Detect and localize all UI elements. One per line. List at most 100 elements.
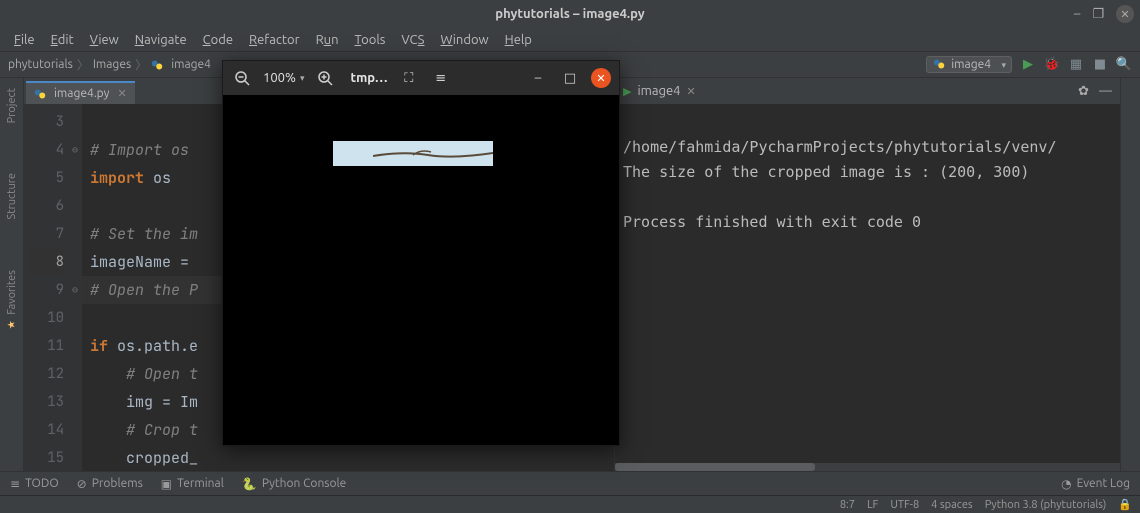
line-number: 6 — [28, 192, 64, 220]
breadcrumb-folder[interactable]: Images — [93, 58, 131, 71]
run-tool-window-header: ▶ image4 ✕ ✿ — — [615, 78, 1120, 104]
code-line: cropped_ — [90, 448, 198, 468]
editor-gutter[interactable]: 3 4 5 6 7 8 9 10 11 12 13 14 15 ⊖ ⊖ — [24, 104, 82, 471]
code-line: imageName = — [90, 252, 198, 272]
image-viewer-window[interactable]: 100%▾ tmp… ⛶ ≡ – □ ✕ — [222, 60, 620, 446]
viewer-menu-button[interactable]: ≡ — [430, 67, 452, 89]
code-line: img = Im — [90, 392, 198, 412]
line-number: 8 — [28, 248, 64, 276]
menu-view[interactable]: View — [84, 31, 125, 49]
line-ending[interactable]: LF — [867, 499, 878, 511]
structure-tool-window[interactable]: Structure — [6, 173, 18, 220]
run-configuration-label: image4 — [951, 58, 991, 71]
python-interpreter[interactable]: Python 3.8 (phytutorials) — [985, 499, 1107, 511]
viewer-maximize-button[interactable]: □ — [559, 67, 581, 89]
favorites-tool-window[interactable]: ★Favorites — [6, 270, 18, 331]
menu-run[interactable]: Run — [310, 31, 345, 49]
fold-marker-icon[interactable]: ⊖ — [72, 276, 78, 304]
left-tool-window-bar: Project Structure ★Favorites — [0, 78, 24, 489]
fullscreen-button[interactable]: ⛶ — [398, 67, 420, 89]
console-line: /home/fahmida/PycharmProjects/phytutoria… — [623, 138, 1056, 156]
line-number: 3 — [28, 108, 64, 136]
line-number: 5 — [28, 164, 64, 192]
menu-file[interactable]: File — [8, 31, 41, 49]
line-number: 13 — [28, 388, 64, 416]
python-file-icon — [151, 59, 163, 71]
code-line: import os — [90, 168, 171, 188]
run-indicator-icon: ▶ — [623, 85, 631, 98]
console-line: The size of the cropped image is : (200,… — [623, 163, 1029, 181]
status-bar: 8:7 LF UTF-8 4 spaces Python 3.8 (phytut… — [0, 495, 1140, 513]
code-line: # Import os — [90, 140, 189, 160]
branch-graphic — [373, 147, 493, 161]
debug-button[interactable]: 🐞 — [1044, 57, 1060, 73]
fold-marker-icon[interactable]: ⊖ — [72, 136, 78, 164]
hide-run-button[interactable]: — — [1099, 84, 1112, 98]
line-number: 10 — [28, 304, 64, 332]
menu-tools[interactable]: Tools — [349, 31, 392, 49]
window-maximize-button[interactable]: ❐ — [1092, 7, 1104, 22]
zoom-in-button[interactable] — [314, 67, 336, 89]
window-titlebar: phytutorials – image4.py – ❐ ✕ — [0, 0, 1140, 28]
menu-window[interactable]: Window — [434, 31, 494, 49]
close-tab-button[interactable]: ✕ — [117, 87, 126, 100]
run-configuration-selector[interactable]: image4 — [926, 56, 1012, 73]
editor-tab[interactable]: image4.py ✕ — [26, 81, 135, 104]
python-console-tool-window[interactable]: 🐍 Python Console — [242, 477, 346, 491]
image-viewer-toolbar: 100%▾ tmp… ⛶ ≡ – □ ✕ — [223, 61, 619, 95]
console-line: Process finished with exit code 0 — [623, 213, 921, 231]
line-number: 11 — [28, 332, 64, 360]
file-encoding[interactable]: UTF-8 — [890, 499, 919, 511]
terminal-tool-window[interactable]: ▣ Terminal — [161, 477, 224, 491]
cropped-image — [333, 141, 493, 166]
close-run-tab[interactable]: ✕ — [687, 85, 696, 98]
line-number: 4 — [28, 136, 64, 164]
viewer-minimize-button[interactable]: – — [527, 67, 549, 89]
breadcrumb-file[interactable]: image4 — [171, 58, 211, 71]
menu-navigate[interactable]: Navigate — [129, 31, 193, 49]
menu-bar: File Edit View Navigate Code Refactor Ru… — [0, 28, 1140, 52]
project-tool-window[interactable]: Project — [6, 88, 18, 123]
menu-help[interactable]: Help — [499, 31, 538, 49]
breadcrumb-separator: 〉 — [135, 56, 147, 73]
lock-icon[interactable]: 🔒 — [1118, 498, 1132, 511]
breadcrumb[interactable]: phytutorials 〉 Images 〉 image4 — [8, 56, 211, 73]
problems-tool-window[interactable]: ⊘ Problems — [77, 477, 143, 491]
run-with-coverage-button[interactable]: ▦ — [1068, 57, 1084, 73]
line-number: 9 — [28, 276, 64, 304]
search-everywhere-button[interactable]: 🔍 — [1116, 57, 1132, 73]
run-console[interactable]: /home/fahmida/PycharmProjects/phytutoria… — [615, 104, 1120, 463]
viewer-close-button[interactable]: ✕ — [591, 68, 611, 88]
todo-tool-window[interactable]: ≡ TODO — [10, 477, 59, 491]
console-scrollbar[interactable] — [615, 463, 1120, 471]
menu-edit[interactable]: Edit — [45, 31, 80, 49]
code-line: # Open t — [90, 364, 198, 384]
cursor-position[interactable]: 8:7 — [840, 499, 855, 511]
event-log-tool-window[interactable]: ◔ Event Log — [1061, 477, 1130, 491]
menu-refactor[interactable]: Refactor — [243, 31, 306, 49]
stop-button[interactable]: ■ — [1092, 57, 1108, 73]
run-settings-button[interactable]: ✿ — [1078, 84, 1089, 99]
window-minimize-button[interactable]: – — [1074, 7, 1080, 21]
editor-tab-label: image4.py — [54, 87, 109, 100]
breadcrumb-root[interactable]: phytutorials — [8, 58, 73, 71]
run-tab-label[interactable]: image4 — [637, 84, 680, 98]
menu-vcs[interactable]: VCS — [395, 31, 430, 49]
indent-settings[interactable]: 4 spaces — [931, 499, 973, 511]
menu-code[interactable]: Code — [197, 31, 239, 49]
window-title: phytutorials – image4.py — [495, 7, 644, 21]
window-close-button[interactable]: ✕ — [1116, 5, 1134, 23]
right-tool-window-bar — [1120, 78, 1140, 489]
code-line: # Set the im — [90, 224, 198, 244]
image-viewer-canvas[interactable] — [223, 95, 619, 445]
zoom-level-selector[interactable]: 100%▾ — [263, 71, 304, 85]
image-viewer-title: tmp… — [350, 71, 387, 85]
zoom-out-button[interactable] — [231, 67, 253, 89]
bottom-tool-window-bar: ≡ TODO ⊘ Problems ▣ Terminal 🐍 Python Co… — [0, 471, 1140, 495]
code-line: # Crop t — [90, 420, 198, 440]
python-file-icon — [34, 88, 46, 100]
breadcrumb-separator: 〉 — [77, 56, 89, 73]
run-button[interactable]: ▶ — [1020, 57, 1036, 73]
python-file-icon — [933, 58, 945, 70]
line-number: 7 — [28, 220, 64, 248]
